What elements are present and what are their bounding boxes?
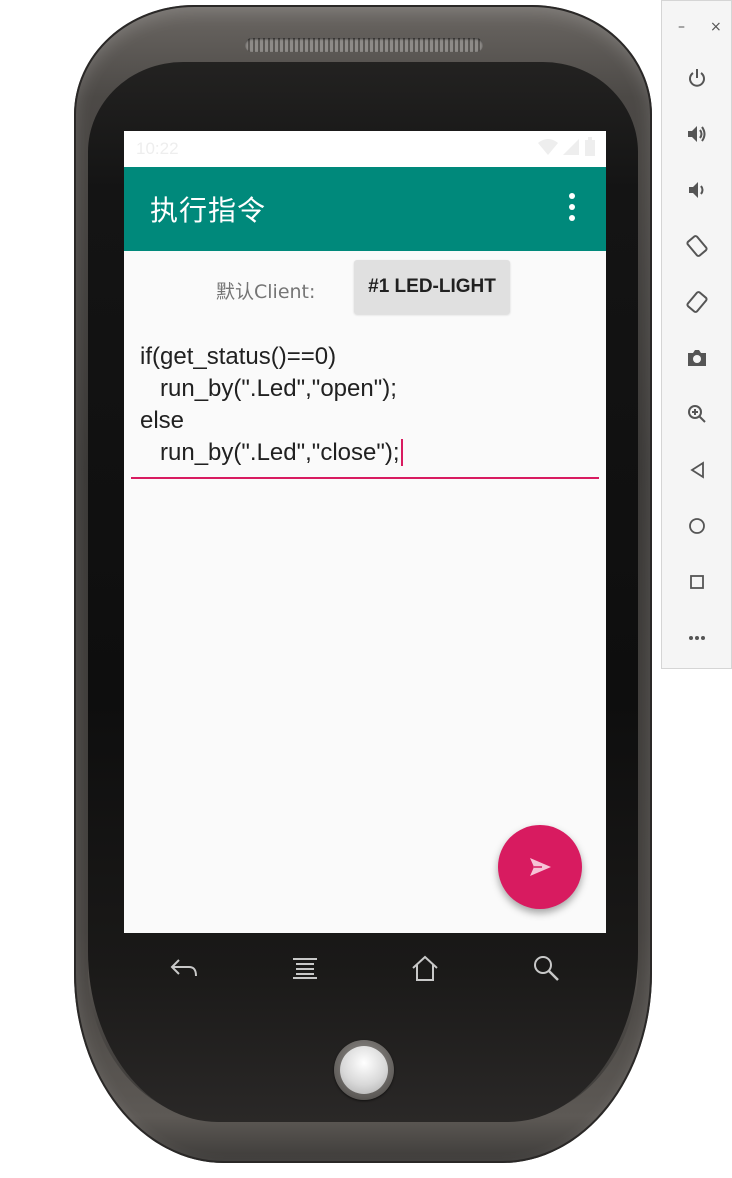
- code-line-last: run_by(".Led","close");: [131, 437, 599, 469]
- emulator-toolbar: – ×: [661, 0, 732, 669]
- rotate-left-icon[interactable]: [682, 231, 712, 261]
- page-title: 执行指令: [150, 194, 267, 227]
- volume-down-icon[interactable]: [682, 175, 712, 205]
- send-icon: [530, 858, 551, 876]
- code-line: run_by(".Led","open");: [140, 375, 397, 402]
- battery-icon: [585, 137, 595, 156]
- trackball-button[interactable]: [340, 1046, 388, 1094]
- menu-icon[interactable]: [285, 948, 325, 988]
- home-icon[interactable]: [405, 948, 445, 988]
- volume-up-icon[interactable]: [682, 119, 712, 149]
- window-controls: – ×: [662, 13, 732, 43]
- signal-icon: [563, 139, 579, 155]
- search-icon[interactable]: [526, 948, 566, 988]
- minimize-button[interactable]: –: [678, 19, 685, 35]
- zoom-icon[interactable]: [682, 399, 712, 429]
- more-vert-icon[interactable]: [564, 193, 580, 227]
- rotate-right-icon[interactable]: [682, 287, 712, 317]
- back-icon[interactable]: [164, 948, 204, 988]
- device-screen: 10:22 执行指令 默认Client: #1 LED-LIGHT if(get…: [124, 131, 606, 933]
- command-input[interactable]: if(get_status()==0) run_by(".Led","open"…: [131, 341, 599, 479]
- close-button[interactable]: ×: [710, 19, 722, 35]
- client-row: 默认Client: #1 LED-LIGHT: [124, 259, 606, 319]
- client-label: 默认Client:: [216, 281, 316, 303]
- status-bar: 10:22: [124, 131, 606, 167]
- text-cursor: [400, 439, 403, 466]
- code-line: else: [140, 407, 185, 434]
- wifi-icon: [538, 139, 558, 155]
- overview-icon[interactable]: [682, 567, 712, 597]
- send-button[interactable]: [498, 825, 582, 909]
- app-bar: 执行指令: [124, 167, 606, 251]
- client-select-button[interactable]: #1 LED-LIGHT: [354, 260, 510, 314]
- more-icon[interactable]: [682, 623, 712, 653]
- speaker-grille: [245, 38, 483, 52]
- status-time: 10:22: [136, 139, 179, 158]
- hardware-softkeys: [124, 940, 606, 996]
- camera-icon[interactable]: [682, 343, 712, 373]
- code-line-text: run_by(".Led","close");: [140, 439, 400, 466]
- code-line: if(get_status()==0): [140, 343, 337, 370]
- power-icon[interactable]: [682, 63, 712, 93]
- back-icon[interactable]: [682, 455, 712, 485]
- home-icon[interactable]: [682, 511, 712, 541]
- status-icons: [538, 137, 596, 157]
